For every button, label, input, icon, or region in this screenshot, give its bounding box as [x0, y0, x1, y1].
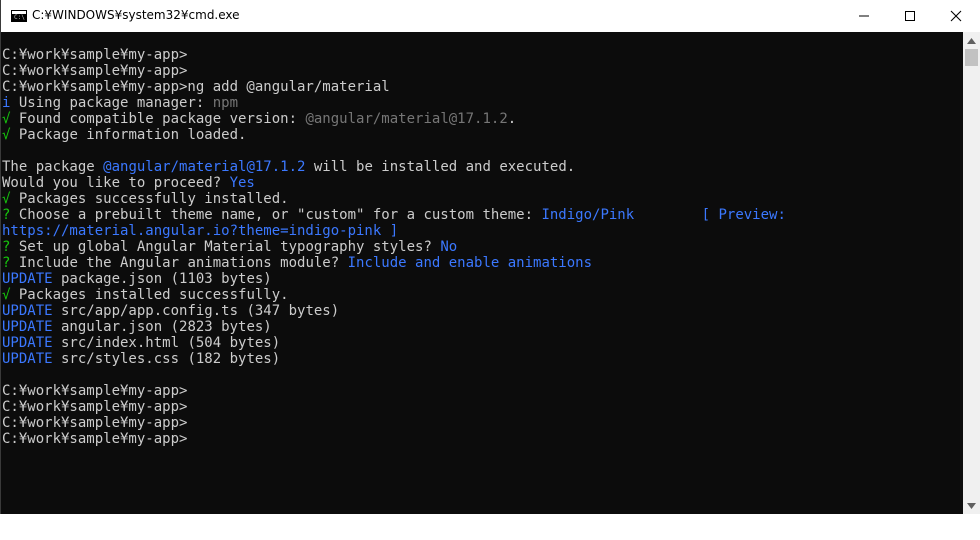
- vertical-scrollbar[interactable]: [963, 32, 980, 514]
- cmd-icon-text: C:\: [14, 14, 25, 21]
- console-text: The package: [2, 159, 104, 175]
- console-text: will be installed and executed.: [305, 159, 576, 175]
- console-line: ? Include the Angular animations module?…: [2, 255, 786, 271]
- console-line: C:¥work¥sample¥my-app>: [2, 383, 786, 399]
- console-text: Found compatible package version:: [10, 111, 306, 127]
- console-text: Packages installed successfully.: [10, 287, 289, 303]
- console-text: src/app/app.config.ts (347 bytes): [52, 303, 340, 319]
- scroll-down-arrow-icon: [967, 502, 976, 509]
- console-text: UPDATE: [2, 335, 53, 351]
- console-text: C:¥work¥sample¥my-app>: [2, 415, 188, 431]
- minimize-icon: [859, 15, 869, 17]
- console-text: No: [440, 239, 458, 255]
- console-text: package.json (1103 bytes): [52, 271, 272, 287]
- console-line: The package @angular/material@17.1.2 wil…: [2, 159, 786, 175]
- console-text: src/styles.css (182 bytes): [52, 351, 281, 367]
- console-text: @angular/material@17.1.2: [103, 159, 306, 175]
- maximize-icon: [905, 11, 915, 21]
- scroll-down-button[interactable]: [963, 497, 980, 514]
- console-text: Using package manager:: [10, 95, 213, 111]
- console-text: Packages successfully installed.: [10, 191, 289, 207]
- console-line: C:¥work¥sample¥my-app>: [2, 415, 786, 431]
- console-text: src/index.html (504 bytes): [52, 335, 281, 351]
- console-line: ? Set up global Angular Material typogra…: [2, 239, 786, 255]
- console-text: Choose a prebuilt theme name, or "custom…: [10, 207, 542, 223]
- console-line: UPDATE src/app/app.config.ts (347 bytes): [2, 303, 786, 319]
- console-text: C:¥work¥sample¥my-app>ng add @angular/ma…: [2, 79, 390, 95]
- close-button[interactable]: [933, 0, 979, 32]
- scroll-up-arrow-icon: [967, 37, 976, 44]
- console-text: Package information loaded.: [10, 127, 247, 143]
- console-text: https://material.angular.io?theme=indigo…: [2, 223, 399, 239]
- console-line: √ Found compatible package version: @ang…: [2, 111, 786, 127]
- console-line: C:¥work¥sample¥my-app>: [2, 47, 786, 63]
- console-line: √ Packages successfully installed.: [2, 191, 786, 207]
- console-line: C:¥work¥sample¥my-app>: [2, 431, 786, 447]
- console-line: i Using package manager: npm: [2, 95, 786, 111]
- console-text: C:¥work¥sample¥my-app>: [2, 399, 188, 415]
- console-text: angular.json (2823 bytes): [52, 319, 272, 335]
- console-text: UPDATE: [2, 303, 53, 319]
- maximize-button[interactable]: [887, 0, 933, 32]
- cmd-window: C:\ C:¥WINDOWS¥system32¥cmd.exe C:¥work¥…: [0, 0, 980, 514]
- console-text: C:¥work¥sample¥my-app>: [2, 431, 188, 447]
- console-text: C:¥work¥sample¥my-app>: [2, 47, 188, 63]
- console-line: √ Package information loaded.: [2, 127, 786, 143]
- title-bar[interactable]: C:\ C:¥WINDOWS¥system32¥cmd.exe: [1, 0, 980, 32]
- scroll-thumb[interactable]: [965, 49, 978, 66]
- console-text: Yes: [229, 175, 255, 191]
- console-text: Would you like to proceed?: [2, 175, 230, 191]
- console-text: C:¥work¥sample¥my-app>: [2, 63, 188, 79]
- console-line: C:¥work¥sample¥my-app>ng add @angular/ma…: [2, 79, 786, 95]
- console-line: Would you like to proceed? Yes: [2, 175, 786, 191]
- window-title: C:¥WINDOWS¥system32¥cmd.exe: [32, 8, 240, 22]
- console-text: C:¥work¥sample¥my-app>: [2, 383, 188, 399]
- console-line: C:¥work¥sample¥my-app>: [2, 399, 786, 415]
- cmd-icon[interactable]: C:\: [11, 10, 27, 22]
- console-lines: C:¥work¥sample¥my-app> C:¥work¥sample¥my-…: [2, 47, 786, 447]
- console-text: Set up global Angular Material typograph…: [10, 239, 441, 255]
- console-text: Include the Angular animations module?: [10, 255, 348, 271]
- console-text: UPDATE: [2, 319, 53, 335]
- console-line: UPDATE src/styles.css (182 bytes): [2, 351, 786, 367]
- close-icon: [950, 10, 962, 22]
- console-text: UPDATE: [2, 271, 53, 287]
- console-line: UPDATE src/index.html (504 bytes): [2, 335, 786, 351]
- console-line: UPDATE angular.json (2823 bytes): [2, 319, 786, 335]
- console-line: https://material.angular.io?theme=indigo…: [2, 223, 786, 239]
- scroll-up-button[interactable]: [963, 32, 980, 49]
- console-text: Include and enable animations: [347, 255, 593, 271]
- console-text: @angular/material@17.1.2: [305, 111, 508, 127]
- console-text: .: [507, 111, 517, 127]
- console-line: ? Choose a prebuilt theme name, or "cust…: [2, 207, 786, 223]
- console-line: √ Packages installed successfully.: [2, 287, 786, 303]
- minimize-button[interactable]: [841, 0, 887, 32]
- console-line: UPDATE package.json (1103 bytes): [2, 271, 786, 287]
- console-text: Indigo/Pink [ Preview:: [541, 207, 786, 223]
- console-line: C:¥work¥sample¥my-app>: [2, 63, 786, 79]
- console-text: UPDATE: [2, 351, 53, 367]
- console-text: npm: [212, 95, 239, 111]
- console-output[interactable]: C:¥work¥sample¥my-app> C:¥work¥sample¥my-…: [1, 32, 963, 514]
